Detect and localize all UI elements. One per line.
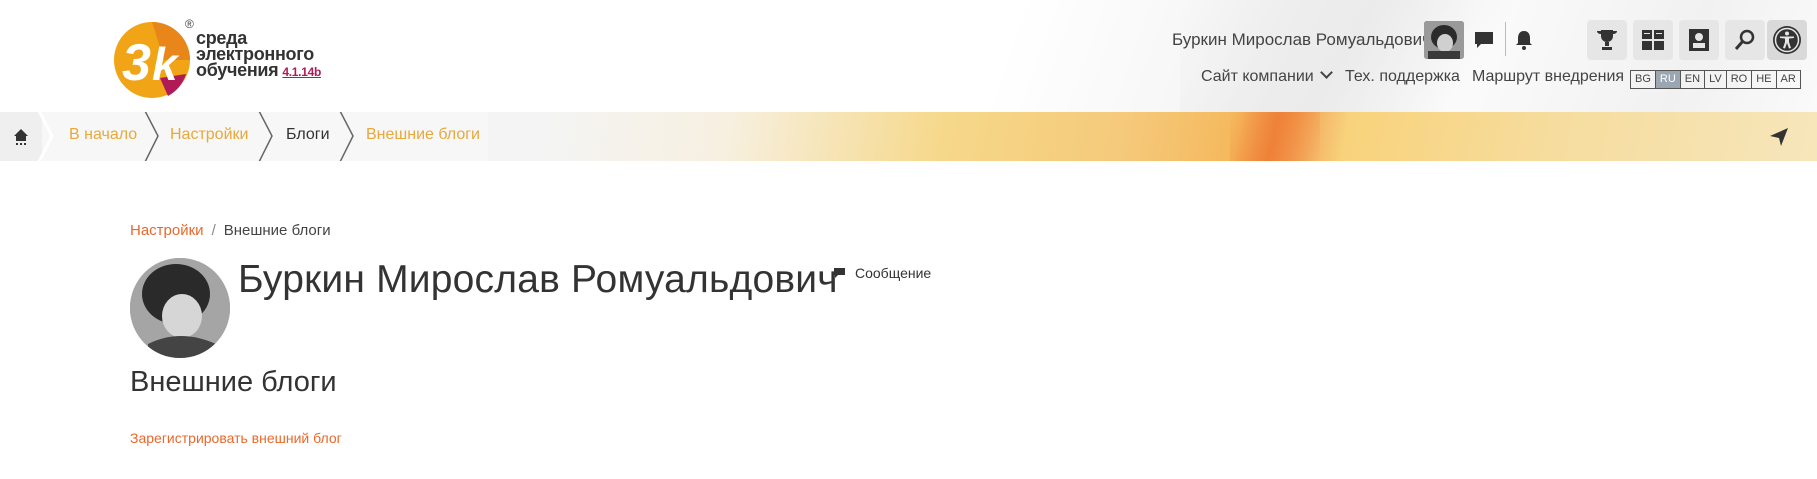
send-message-label: Сообщение	[855, 265, 932, 281]
support-link[interactable]: Тех. поддержка	[1345, 68, 1460, 86]
lang-en[interactable]: EN	[1681, 71, 1706, 88]
svg-text:3: 3	[122, 34, 151, 92]
breadcrumb-bar: В начало Настройки Блоги Внешние блоги	[0, 112, 1817, 161]
company-site-menu[interactable]: Сайт компании	[1201, 66, 1333, 86]
logo-version[interactable]: 4.1.14b	[282, 65, 321, 79]
route-link[interactable]: Маршрут внедрения	[1472, 68, 1624, 86]
lang-ar[interactable]: AR	[1777, 71, 1800, 88]
lang-lv[interactable]: LV	[1705, 71, 1727, 88]
page-title: Внешние блоги	[130, 366, 337, 398]
paper-plane-icon[interactable]	[1768, 126, 1790, 148]
profile-name: Буркин Мирослав Ромуальдович	[238, 258, 838, 301]
language-switcher: BG RU EN LV RO HE AR	[1630, 70, 1801, 89]
profile-picture[interactable]	[130, 258, 230, 358]
crumb-blogs[interactable]: Блоги	[286, 126, 330, 144]
lang-ru[interactable]: RU	[1655, 71, 1681, 88]
trophy-button[interactable]	[1587, 20, 1627, 60]
page-breadcrumb: Настройки / Внешние блоги	[130, 222, 331, 239]
profile-card-icon	[1689, 29, 1709, 51]
page-breadcrumb-current: Внешние блоги	[223, 222, 331, 239]
chevron-down-icon	[1319, 66, 1333, 79]
logo-line-3-text: обучения	[196, 60, 279, 80]
send-message-link[interactable]: Сообщение	[834, 265, 931, 281]
crumb-separator	[37, 112, 54, 161]
message-icon	[834, 268, 845, 278]
accessibility-icon	[1773, 26, 1801, 54]
trophy-icon	[1597, 30, 1617, 50]
logo-registered-mark: ®	[185, 17, 194, 31]
site-logo[interactable]: 3 k ® среда электронного обучения 4.1.14b	[112, 16, 332, 100]
search-icon	[1734, 29, 1755, 50]
logo-mark-icon: 3 k	[114, 22, 190, 98]
search-button[interactable]	[1725, 20, 1765, 60]
profile-photo-icon	[130, 258, 230, 358]
crumb-external-blogs[interactable]: Внешние блоги	[366, 126, 480, 144]
site-header: 3 k ® среда электронного обучения 4.1.14b…	[0, 0, 1817, 112]
company-site-label: Сайт компании	[1201, 68, 1314, 85]
user-avatar[interactable]	[1424, 21, 1464, 59]
dashboard-button[interactable]	[1633, 20, 1673, 60]
header-divider	[1505, 22, 1506, 56]
messages-icon[interactable]	[1470, 26, 1498, 54]
breadcrumb-container: В начало Настройки Блоги Внешние блоги	[0, 112, 488, 161]
lang-bg[interactable]: BG	[1631, 71, 1656, 88]
crumb-settings[interactable]: Настройки	[170, 126, 248, 144]
page-breadcrumb-settings[interactable]: Настройки	[130, 222, 204, 239]
user-name[interactable]: Буркин Мирослав Ромуальдович	[1172, 30, 1431, 50]
dashboard-icon	[1642, 30, 1664, 50]
page-breadcrumb-separator: /	[211, 222, 216, 239]
profile-card-button[interactable]	[1679, 20, 1719, 60]
register-external-blog-link[interactable]: Зарегистрировать внешний блог	[130, 430, 342, 446]
lang-ro[interactable]: RO	[1727, 71, 1753, 88]
logo-line-3: обучения 4.1.14b	[196, 60, 321, 80]
crumb-home[interactable]: В начало	[69, 126, 137, 144]
bell-icon[interactable]	[1510, 26, 1538, 54]
home-icon	[14, 128, 28, 145]
logo-wordmark: среда электронного обучения 4.1.14b	[196, 29, 321, 80]
lang-he[interactable]: HE	[1752, 71, 1777, 88]
avatar-photo-icon	[1424, 21, 1464, 59]
accessibility-button[interactable]	[1767, 20, 1807, 60]
svg-text:k: k	[152, 38, 180, 90]
